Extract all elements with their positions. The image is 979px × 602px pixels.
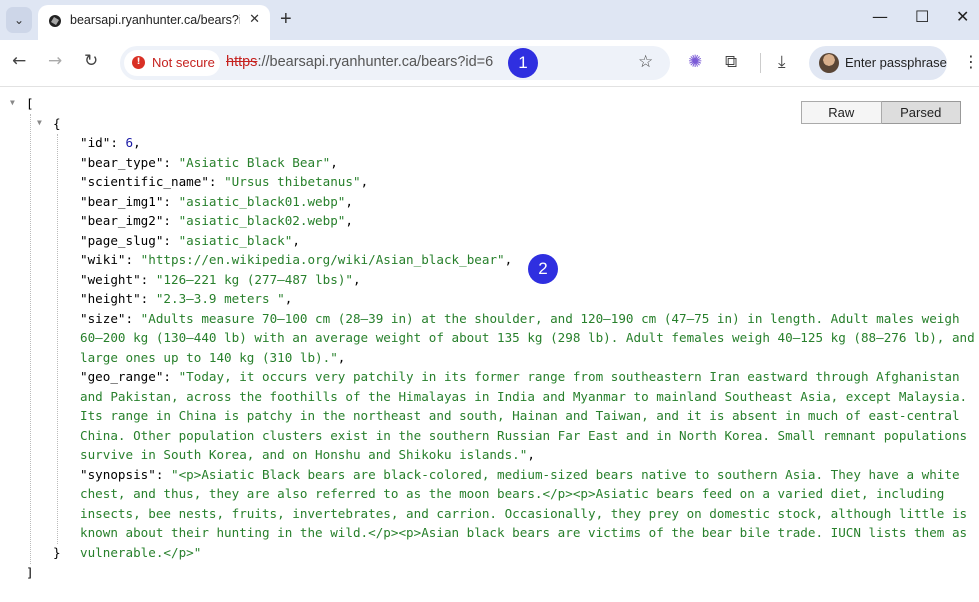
json-field-geo-range: "geo_range": "Today, it occurs very patc… — [80, 369, 968, 462]
bookmark-star-icon[interactable]: ☆ — [638, 52, 653, 72]
json-field-size: "size": "Adults measure 70–100 cm (28–39… — [80, 310, 975, 365]
json-field-scientific-name: "scientific_name": "Ursus thibetanus", — [80, 174, 369, 189]
json-field-bear-type: "bear_type": "Asiatic Black Bear", — [80, 154, 338, 170]
tab-close-icon[interactable]: ✕ — [249, 12, 260, 27]
json-field-bear-img2: "bear_img2": "asiatic_black02.webp", — [80, 213, 353, 228]
download-icon[interactable]: ⤓ — [778, 52, 786, 72]
chevron-down-icon: ⌄ — [13, 13, 25, 27]
reload-icon[interactable]: ↻ — [84, 51, 98, 71]
marker-2: 2 — [528, 254, 558, 284]
url-rest: ://bearsapi.ryanhunter.ca/bears?id=6 — [257, 54, 494, 70]
json-close-object: } — [53, 545, 61, 560]
extensions-puzzle-icon[interactable]: ⧉ — [725, 52, 737, 72]
tab-strip: ⌄ bearsapi.ryanhunter.ca/bears?id=6 ✕ + … — [0, 0, 979, 40]
forward-icon[interactable]: → — [48, 51, 62, 71]
collapse-arrow-icon[interactable]: ▼ — [10, 98, 15, 107]
maximize-icon[interactable]: ☐ — [915, 7, 929, 26]
json-field-bear-img1: "bear_img1": "asiatic_black01.webp", — [80, 193, 353, 209]
new-tab-button[interactable]: + — [280, 8, 292, 31]
indent-guide — [30, 114, 31, 564]
browser-toolbar: ← → ↻ ! Not secure https://bearsapi.ryan… — [0, 40, 979, 87]
window-close-icon[interactable]: ✕ — [956, 7, 969, 26]
raw-button[interactable]: Raw — [801, 101, 882, 124]
tab-search-button[interactable]: ⌄ — [6, 7, 32, 33]
json-viewer: ▼ [ ▼ { "id": 6, "bear_type": "Asiatic B… — [0, 87, 979, 602]
collapse-arrow-icon[interactable]: ▼ — [37, 118, 42, 127]
json-field-height: "height": "2.3–3.9 meters ", — [80, 291, 293, 306]
profile-button[interactable]: Enter passphrase — [809, 46, 947, 80]
parsed-button[interactable]: Parsed — [881, 101, 961, 124]
json-open-array: [ — [26, 96, 34, 111]
tab-title: bearsapi.ryanhunter.ca/bears?id=6 — [70, 13, 240, 27]
browser-tab[interactable]: bearsapi.ryanhunter.ca/bears?id=6 ✕ — [38, 5, 270, 40]
json-field-wiki: "wiki": "https://en.wikipedia.org/wiki/A… — [80, 252, 513, 267]
security-label: Not secure — [152, 55, 215, 70]
security-chip[interactable]: ! Not secure — [124, 50, 220, 76]
url-scheme: https — [226, 54, 258, 70]
warning-icon: ! — [132, 56, 145, 69]
back-icon[interactable]: ← — [12, 51, 26, 71]
json-open-object: { — [53, 116, 61, 131]
extension-gear-icon[interactable]: ✺ — [688, 52, 702, 72]
json-field-id: "id": 6, — [80, 135, 141, 150]
address-bar[interactable]: ! Not secure https://bearsapi.ryanhunter… — [120, 46, 670, 80]
json-close-array: ] — [26, 565, 34, 580]
json-field-page-slug: "page_slug": "asiatic_black", — [80, 232, 300, 248]
favicon-icon — [49, 15, 61, 27]
url-text[interactable]: https://bearsapi.ryanhunter.ca/bears?id=… — [226, 54, 493, 70]
marker-1: 1 — [508, 48, 538, 78]
minimize-icon[interactable]: — — [872, 7, 888, 26]
profile-label: Enter passphrase — [845, 55, 947, 70]
json-field-weight: "weight": "126–221 kg (277–487 lbs)", — [80, 271, 361, 287]
avatar — [819, 53, 839, 73]
menu-kebab-icon[interactable]: ⋮ — [963, 52, 979, 71]
toolbar-divider — [760, 53, 761, 73]
indent-guide — [57, 134, 58, 544]
view-toggle: Raw Parsed — [801, 101, 961, 124]
json-field-synopsis: "synopsis": "<p>Asiatic Black bears are … — [80, 466, 968, 560]
